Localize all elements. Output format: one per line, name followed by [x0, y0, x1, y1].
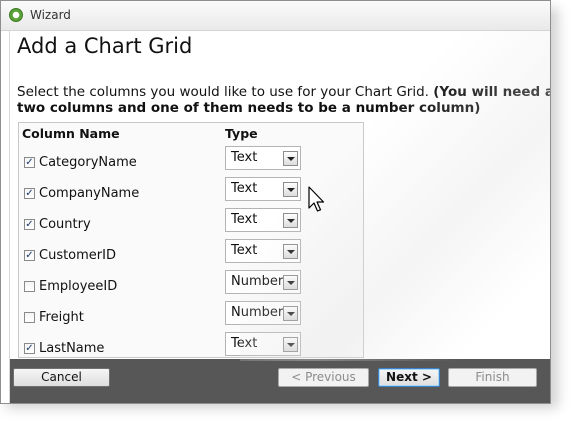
type-value: Text — [231, 181, 258, 196]
instructions-line1: Select the columns you would like to use… — [17, 84, 434, 100]
column-label: EmployeeID — [39, 279, 118, 294]
cancel-button[interactable]: Cancel — [13, 368, 110, 387]
grid-row-customerid: ✓ CustomerID Text — [19, 239, 363, 277]
chevron-down-icon[interactable] — [283, 244, 298, 259]
grid-row-freight: Freight Number — [19, 301, 363, 339]
column-label: LastName — [39, 341, 105, 356]
instructions-bold-part2: two columns and one of them needs to be … — [17, 100, 481, 116]
column-name-header: Column Name — [22, 126, 120, 141]
type-select-categoryname[interactable]: Text — [225, 146, 301, 170]
type-select-lastname[interactable]: Text — [225, 332, 301, 356]
type-select-employeeid[interactable]: Number — [225, 270, 301, 294]
chevron-down-icon[interactable] — [283, 275, 298, 290]
wizard-app-icon — [9, 8, 23, 22]
grid-row-country: ✓ Country Text — [19, 208, 363, 246]
chevron-down-icon[interactable] — [283, 213, 298, 228]
grid-row-categoryname: ✓ CategoryName Text — [19, 146, 363, 184]
chevron-down-icon[interactable] — [283, 337, 298, 352]
wizard-window: Wizard Add a Chart Grid Select the colum… — [0, 0, 551, 404]
column-label: Freight — [39, 310, 84, 325]
checkbox-companyname[interactable]: ✓ — [24, 188, 35, 199]
column-selection-grid: Column Name Type ✓ CategoryName Text ✓ C… — [18, 122, 364, 358]
chevron-down-icon[interactable] — [283, 151, 298, 166]
type-header: Type — [225, 126, 258, 141]
column-label: Country — [39, 217, 91, 232]
type-value: Text — [231, 243, 258, 258]
column-label: CustomerID — [39, 248, 116, 263]
instructions-bold-part1: (You will need at — [433, 84, 551, 100]
page-title: Add a Chart Grid — [17, 34, 193, 58]
type-value: Number — [231, 274, 284, 289]
type-select-country[interactable]: Text — [225, 208, 301, 232]
checkbox-employeeid[interactable] — [24, 281, 35, 292]
next-button[interactable]: Next > — [378, 368, 440, 387]
wizard-footer: Cancel < Previous Next > Finish — [10, 359, 550, 403]
type-select-companyname[interactable]: Text — [225, 177, 301, 201]
wizard-content: Add a Chart Grid Select the columns you … — [9, 31, 551, 403]
title-bar[interactable]: Wizard — [1, 1, 550, 31]
column-label: CompanyName — [39, 186, 140, 201]
instructions-text: Select the columns you would like to use… — [17, 84, 551, 116]
finish-button[interactable]: Finish — [448, 368, 537, 387]
mouse-pointer-icon — [308, 186, 325, 212]
grid-row-lastname: ✓ LastName Text — [19, 332, 363, 357]
grid-row-employeeid: EmployeeID Number — [19, 270, 363, 308]
type-select-freight[interactable]: Number — [225, 301, 301, 325]
type-value: Number — [231, 305, 284, 320]
type-value: Text — [231, 336, 258, 351]
checkbox-freight[interactable] — [24, 312, 35, 323]
checkbox-categoryname[interactable]: ✓ — [24, 157, 35, 168]
chevron-down-icon[interactable] — [283, 182, 298, 197]
type-value: Text — [231, 150, 258, 165]
checkbox-country[interactable]: ✓ — [24, 219, 35, 230]
checkbox-customerid[interactable]: ✓ — [24, 250, 35, 261]
type-value: Text — [231, 212, 258, 227]
type-select-customerid[interactable]: Text — [225, 239, 301, 263]
window-title: Wizard — [30, 8, 71, 22]
previous-button[interactable]: < Previous — [278, 368, 369, 387]
checkbox-lastname[interactable]: ✓ — [24, 343, 35, 354]
chevron-down-icon[interactable] — [283, 306, 298, 321]
column-label: CategoryName — [39, 155, 137, 170]
